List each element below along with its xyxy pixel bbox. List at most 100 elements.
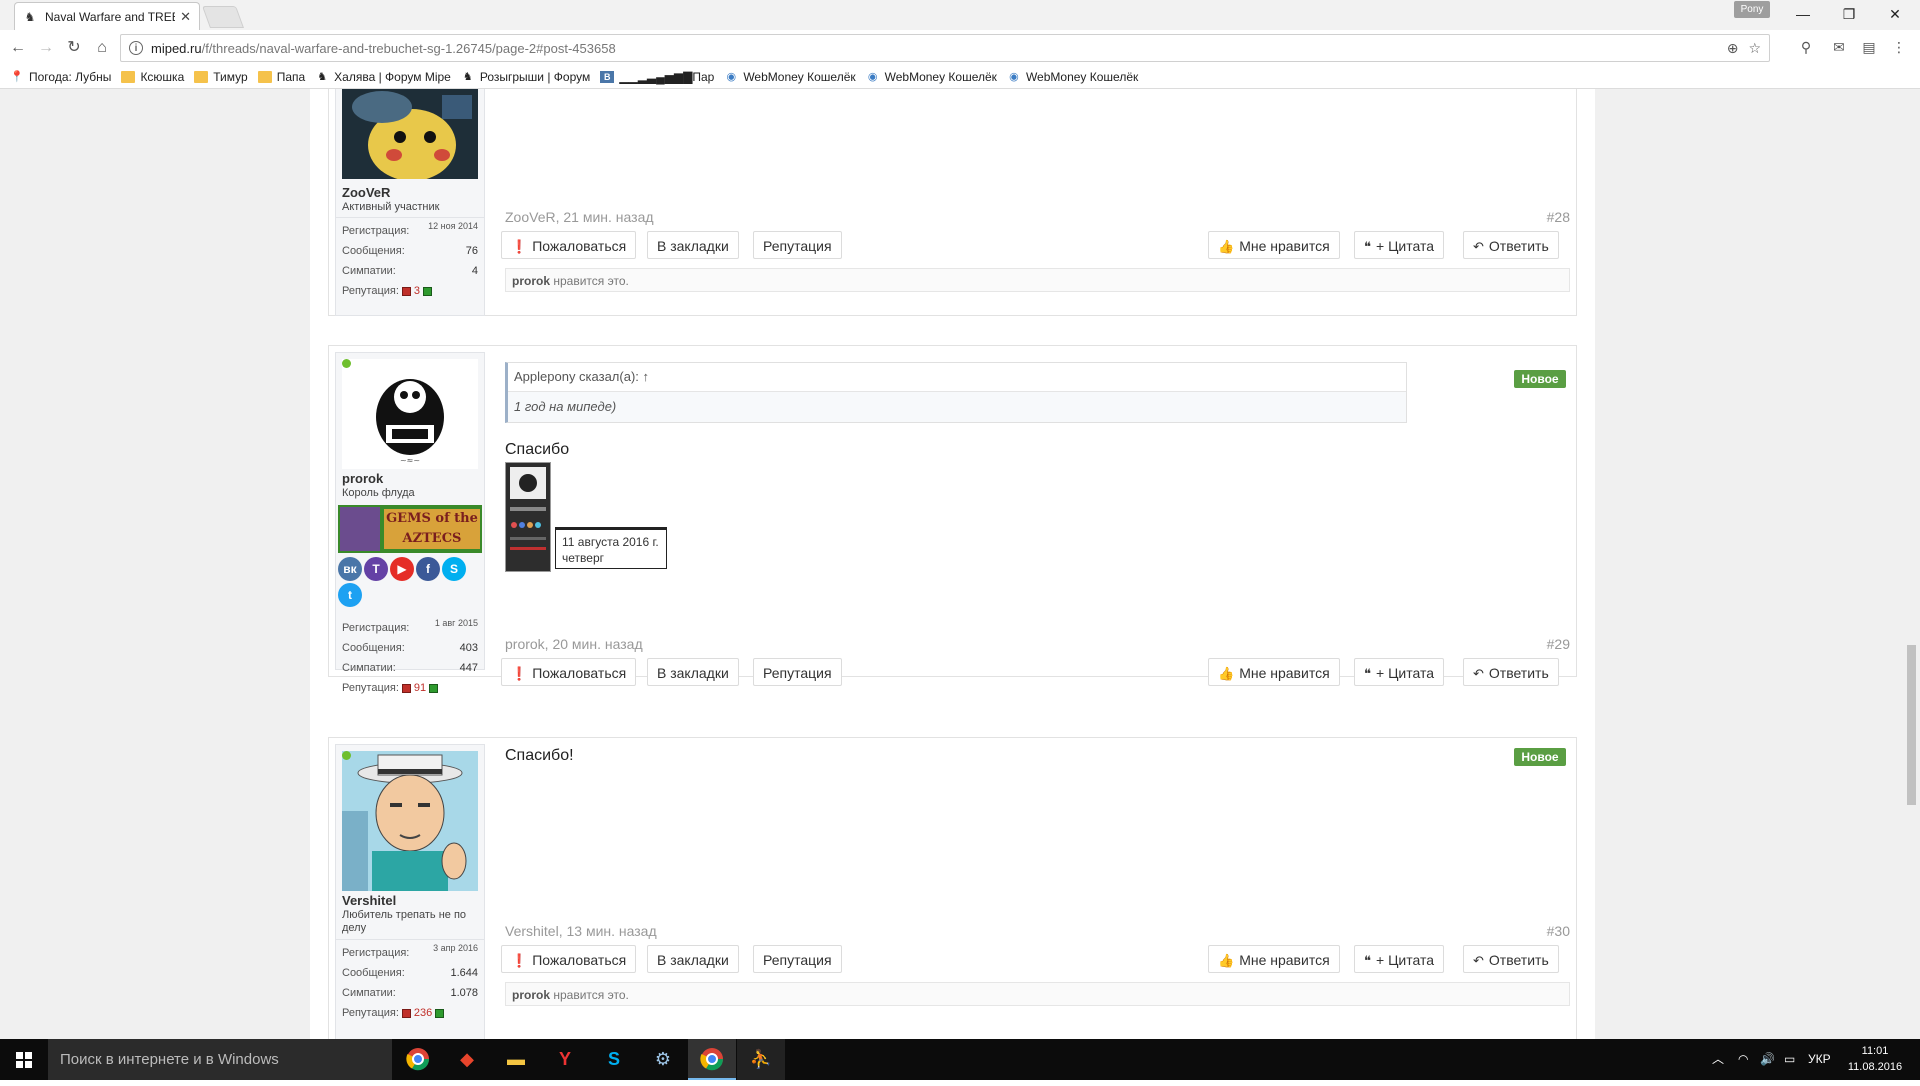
zoom-icon[interactable]: ⊕ (1727, 40, 1739, 57)
language-indicator[interactable]: УКР (1808, 1039, 1831, 1080)
site-info-icon[interactable]: i (129, 41, 143, 55)
liker-username[interactable]: prorok (512, 988, 550, 1002)
game-taskbar-icon[interactable]: ⛹ (737, 1039, 785, 1080)
rep-up-icon[interactable] (423, 286, 433, 296)
report-button[interactable]: ❗ Пожаловаться (501, 231, 637, 259)
facebook-icon[interactable]: f (416, 557, 440, 581)
extension-icon[interactable]: ▤ (1860, 38, 1878, 56)
avatar[interactable] (342, 751, 478, 891)
close-window-button[interactable]: ✕ (1872, 0, 1918, 28)
like-button[interactable]: 👍 Мне нравится (1208, 231, 1340, 259)
bookmark-button[interactable]: В закладки (647, 945, 739, 973)
vertical-scrollbar[interactable] (1903, 89, 1920, 1039)
quote-button[interactable]: ❝ + Цитата (1354, 945, 1445, 973)
chrome-active-taskbar-icon[interactable] (688, 1039, 736, 1080)
bookmark-item[interactable]: B ▁▁▂▃▄▅▆▇Пар (600, 70, 714, 84)
system-clock[interactable]: 11:01 11.08.2016 (1840, 1043, 1910, 1075)
bookmark-folder[interactable]: Ксюшка (121, 70, 184, 84)
reputation-button[interactable]: Репутация (753, 658, 842, 686)
post-body: Спасибо (505, 441, 570, 458)
user-banner[interactable]: GEMS of the AZTECS (338, 505, 482, 553)
message-count[interactable]: 403 (460, 642, 478, 654)
taskbar-search-input[interactable]: Поиск в интернете и в Windows (48, 1039, 392, 1080)
avatar[interactable]: ~≈~ (342, 359, 478, 469)
reputation-button[interactable]: Репутация (753, 945, 842, 973)
rep-down-icon[interactable] (401, 1008, 411, 1018)
bookmark-item[interactable]: 📍 Погода: Лубны (10, 70, 111, 84)
username[interactable]: Vershitel (342, 893, 396, 908)
reload-icon[interactable]: ↻ (64, 38, 84, 58)
report-button[interactable]: ❗ Пожаловаться (501, 945, 637, 973)
chrome-taskbar-icon[interactable] (394, 1039, 442, 1080)
notification-icon[interactable]: ▭ (1784, 1039, 1795, 1080)
close-tab-icon[interactable]: ✕ (180, 9, 191, 25)
post-number[interactable]: #29 (1547, 636, 1570, 652)
post-meta[interactable]: ZooVeR, 21 мин. назад (505, 209, 654, 225)
bookmark-item[interactable]: ♞ Розыгрыши | Форум (461, 70, 590, 84)
twitter-icon[interactable]: t (338, 583, 362, 607)
back-arrow-icon[interactable]: ← (8, 38, 28, 58)
tray-expand-icon[interactable]: ︿ (1712, 1039, 1724, 1080)
start-button[interactable] (0, 1039, 48, 1080)
youtube-icon[interactable]: ▶ (390, 557, 414, 581)
network-icon[interactable]: ◠ (1738, 1039, 1748, 1080)
minimize-button[interactable]: — (1780, 0, 1826, 28)
reply-button[interactable]: ↶ Ответить (1463, 945, 1559, 973)
scrollbar-thumb[interactable] (1907, 645, 1916, 805)
browser-tab[interactable]: ♞ Naval Warfare and TREBU ✕ (14, 2, 200, 30)
address-bar[interactable]: i miped.ru /f/threads/naval-warfare-and-… (120, 34, 1770, 62)
avatar[interactable] (342, 89, 478, 179)
bookmark-item[interactable]: ◉ WebMoney Кошелёк (1007, 70, 1138, 84)
bookmark-folder[interactable]: Тимур (194, 70, 248, 84)
reputation-button[interactable]: Репутация (753, 231, 842, 259)
post-number[interactable]: #28 (1547, 209, 1570, 225)
bookmark-item[interactable]: ◉ WebMoney Кошелёк (724, 70, 856, 84)
extension-icon[interactable]: ✉ (1830, 38, 1848, 56)
like-button[interactable]: 👍 Мне нравится (1208, 658, 1340, 686)
extension-icon[interactable]: ⚲ (1797, 38, 1815, 56)
rep-up-icon[interactable] (435, 1008, 445, 1018)
liker-username[interactable]: prorok (512, 274, 550, 288)
message-count[interactable]: 1.644 (450, 967, 478, 979)
attachment-thumbnail[interactable] (505, 462, 551, 572)
restore-button[interactable]: ❐ (1826, 0, 1872, 28)
volume-icon[interactable]: 🔊 (1760, 1039, 1775, 1080)
origin-taskbar-icon[interactable]: ◆ (443, 1039, 491, 1080)
post-meta[interactable]: prorok, 20 мин. назад (505, 636, 643, 652)
bookmark-folder[interactable]: Папа (257, 70, 305, 84)
twitch-icon[interactable]: T (364, 557, 388, 581)
file-explorer-icon[interactable]: ▬ (492, 1039, 540, 1080)
rep-down-icon[interactable] (401, 683, 411, 693)
home-icon[interactable]: ⌂ (92, 38, 112, 58)
rep-up-icon[interactable] (429, 683, 439, 693)
bookmark-star-icon[interactable]: ☆ (1748, 40, 1761, 57)
new-tab-button[interactable] (201, 6, 245, 28)
username[interactable]: prorok (342, 471, 383, 486)
reply-button[interactable]: ↶ Ответить (1463, 231, 1559, 259)
post-meta[interactable]: Vershitel, 13 мин. назад (505, 923, 657, 939)
message-count[interactable]: 76 (466, 245, 478, 257)
like-button[interactable]: 👍 Мне нравится (1208, 945, 1340, 973)
rep-down-icon[interactable] (401, 286, 411, 296)
skype-taskbar-icon[interactable]: S (590, 1039, 638, 1080)
vk-icon[interactable]: вк (338, 557, 362, 581)
quote-button[interactable]: ❝ + Цитата (1354, 658, 1445, 686)
menu-icon[interactable]: ⋮ (1890, 38, 1908, 56)
bookmark-button[interactable]: В закладки (647, 658, 739, 686)
profile-badge[interactable]: Pony (1734, 1, 1770, 18)
quote-button[interactable]: ❝ + Цитата (1354, 231, 1445, 259)
forward-arrow-icon[interactable]: → (36, 38, 56, 58)
skype-icon[interactable]: S (442, 557, 466, 581)
reply-button[interactable]: ↶ Ответить (1463, 658, 1559, 686)
steam-taskbar-icon[interactable]: ⚙ (639, 1039, 687, 1080)
post-number[interactable]: #30 (1547, 923, 1570, 939)
quote-author[interactable]: Applepony сказал(а): ↑ (508, 363, 1406, 392)
registration-date: 3 апр 2016 (433, 943, 478, 953)
yandex-browser-icon[interactable]: Y (541, 1039, 589, 1080)
username[interactable]: ZooVeR (342, 185, 390, 200)
bookmark-item[interactable]: ♞ Халява | Форум Mipe (315, 70, 451, 84)
bookmark-item[interactable]: ◉ WebMoney Кошелёк (866, 70, 997, 84)
report-button[interactable]: ❗ Пожаловаться (501, 658, 637, 686)
reputation-value: 91 (413, 682, 427, 694)
bookmark-button[interactable]: В закладки (647, 231, 739, 259)
